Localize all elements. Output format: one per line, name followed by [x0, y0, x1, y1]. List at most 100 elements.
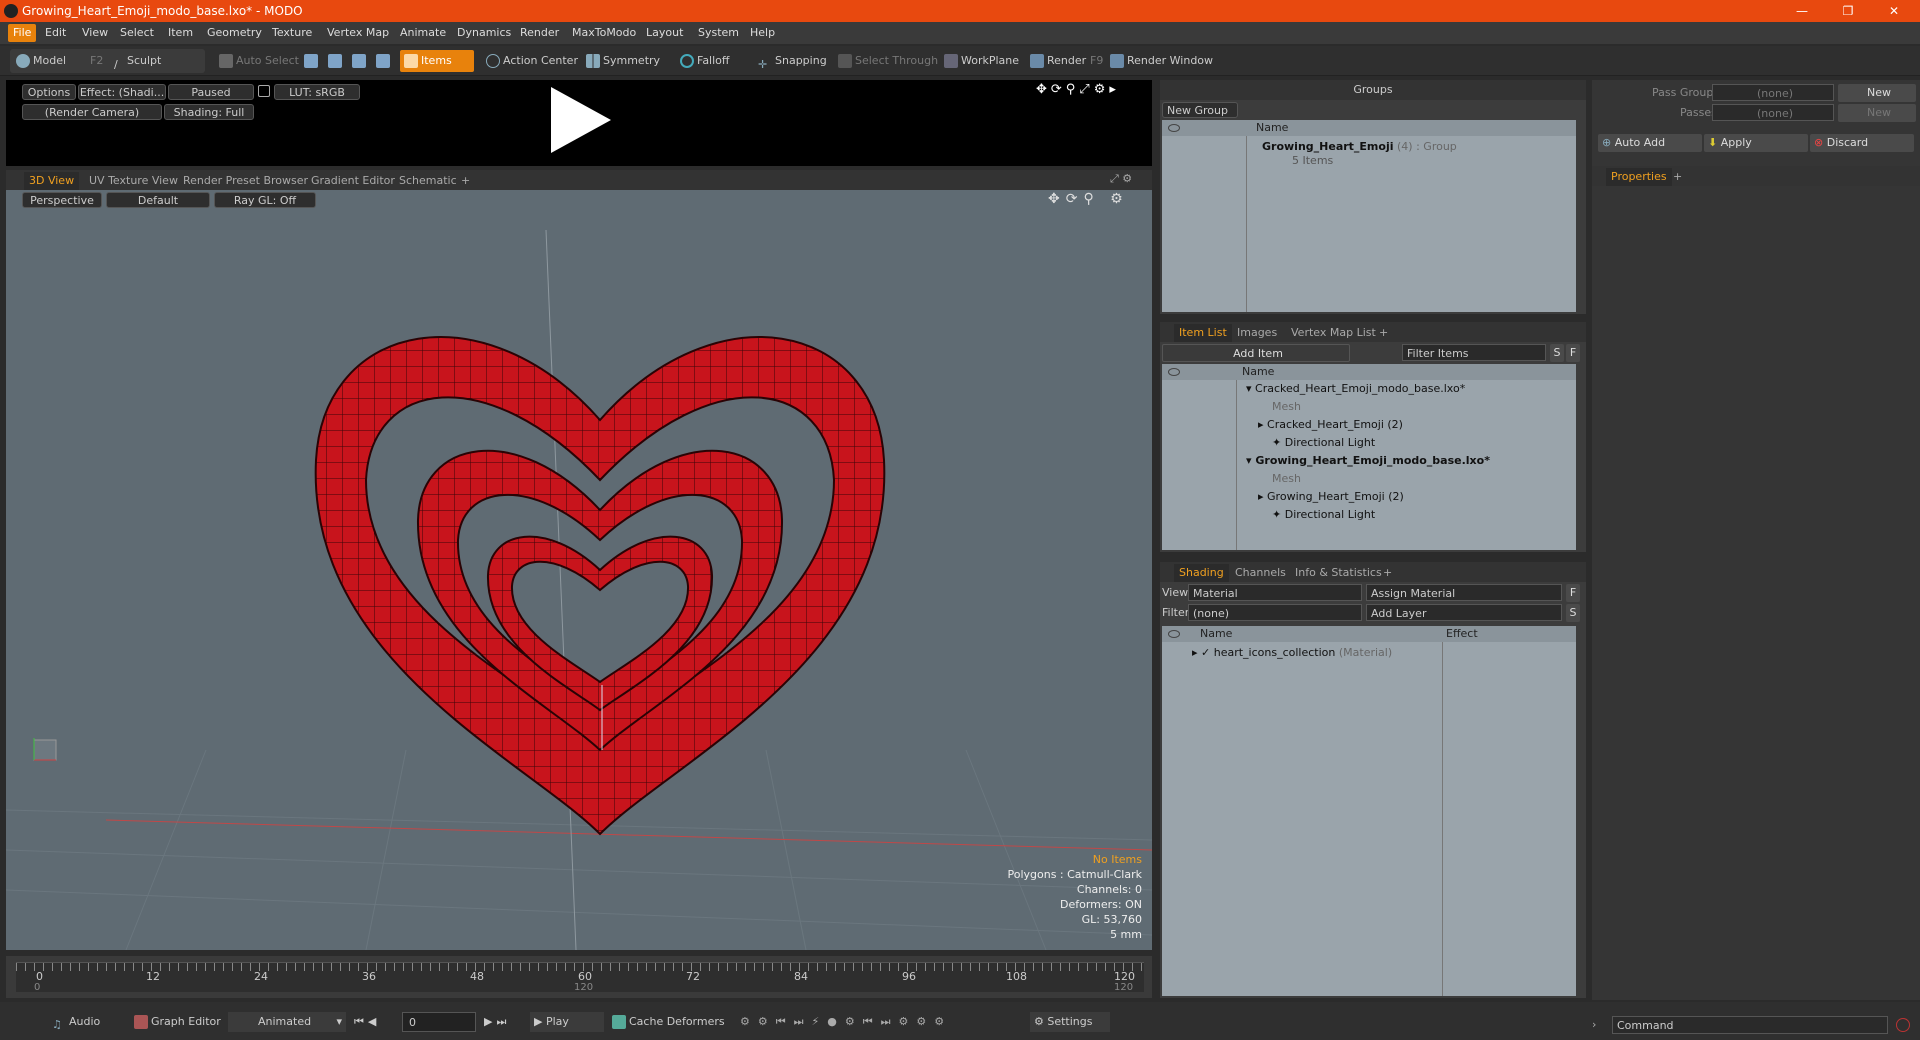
list-item[interactable]: Mesh	[1272, 398, 1301, 416]
audio-button[interactable]: ♫ Audio	[52, 1012, 100, 1032]
restore-button[interactable]: ❐	[1828, 0, 1868, 22]
shading-f-button[interactable]: F	[1566, 584, 1580, 602]
add-layer-dropdown[interactable]: Add Layer	[1366, 604, 1562, 621]
edges-mode-button[interactable]	[328, 50, 345, 72]
lock-icon[interactable]	[258, 85, 270, 97]
tab-item-list[interactable]: Item List	[1174, 324, 1232, 342]
3d-viewport[interactable]: Perspective Default Ray GL: Off ✥⟳⚲ ⚙ No…	[6, 190, 1152, 950]
tab-properties[interactable]: Properties	[1606, 168, 1672, 186]
items-mode-button[interactable]: Items	[400, 50, 474, 72]
menu-texture[interactable]: Texture	[267, 24, 317, 42]
list-item[interactable]: Mesh	[1272, 470, 1301, 488]
pass-groups-dropdown[interactable]: (none)	[1712, 84, 1834, 101]
shader-row[interactable]: ▸ ✓ heart_icons_collection (Material)	[1192, 644, 1392, 662]
new-group-button[interactable]: New Group	[1162, 102, 1238, 118]
add-item-dropdown[interactable]: Add Item	[1162, 344, 1350, 362]
effect-dropdown[interactable]: Effect: (Shadi...	[78, 84, 166, 100]
shading-dropdown[interactable]: Shading: Full	[164, 104, 254, 120]
paused-button[interactable]: Paused	[168, 84, 254, 100]
eye-icon[interactable]	[1168, 124, 1180, 132]
sculpt-button[interactable]: ∕ Sculpt	[110, 50, 161, 72]
key-tools-icons[interactable]: ⚙⚙⏮⏭⚡●⚙⏮⏭⚙⚙⚙	[740, 1012, 952, 1032]
stop-command-icon[interactable]	[1896, 1018, 1910, 1032]
filter-s-button[interactable]: S	[1550, 344, 1564, 362]
tab-channels[interactable]: Channels	[1230, 564, 1291, 582]
vertices-mode-button[interactable]	[304, 50, 321, 72]
tab-uv-texture-view[interactable]: UV Texture View	[84, 172, 183, 190]
eye-icon[interactable]	[1168, 368, 1180, 376]
settings-button[interactable]: ⚙ Settings	[1030, 1012, 1110, 1032]
select-through-button[interactable]: Select Through	[834, 50, 938, 72]
materials-mode-button[interactable]	[376, 50, 393, 72]
minimize-button[interactable]: —	[1782, 0, 1822, 22]
menu-render[interactable]: Render	[515, 24, 564, 42]
menu-edit[interactable]: Edit	[40, 24, 71, 42]
filter-items-input[interactable]: Filter Items	[1402, 344, 1546, 361]
timeline-ruler[interactable]: 0 12 24 36 48 60 72 84 96 108 120 0 120 …	[16, 962, 1144, 993]
transport-back-buttons[interactable]: ⏮◀	[354, 1012, 380, 1032]
auto-add-button[interactable]: ⊕ Auto Add	[1598, 134, 1702, 152]
graph-editor-button[interactable]: Graph Editor	[134, 1012, 221, 1032]
list-item[interactable]: ▸ Growing_Heart_Emoji (2)	[1258, 488, 1404, 506]
transport-forward-buttons[interactable]: ▶⏭	[484, 1012, 510, 1032]
add-properties-tab[interactable]: +	[1668, 168, 1687, 186]
tab-info-statistics[interactable]: Info & Statistics	[1290, 564, 1387, 582]
cache-deformers-button[interactable]: Cache Deformers	[612, 1012, 725, 1032]
action-center-button[interactable]: Action Center	[482, 50, 578, 72]
filter-dropdown[interactable]: (none)	[1188, 604, 1362, 621]
play-button[interactable]: ▶ Play	[530, 1012, 604, 1032]
list-item[interactable]: ✦ Directional Light	[1272, 434, 1375, 452]
eye-icon[interactable]	[1168, 630, 1180, 638]
falloff-button[interactable]: Falloff	[676, 50, 729, 72]
menu-item[interactable]: Item	[163, 24, 198, 42]
tab-shading[interactable]: Shading	[1174, 564, 1229, 582]
play-preview-icon[interactable]	[546, 85, 616, 155]
model-button[interactable]: Model	[12, 50, 66, 72]
animated-dropdown[interactable]: Animated ▾	[228, 1012, 346, 1032]
preview-nav-icons[interactable]: ✥⟳⚲⤢⚙▸	[1036, 82, 1120, 97]
close-button[interactable]: ✕	[1874, 0, 1914, 22]
list-item[interactable]: ▾ Cracked_Heart_Emoji_modo_base.lxo*	[1246, 380, 1465, 398]
symmetry-button[interactable]: Symmetry	[582, 50, 660, 72]
menu-animate[interactable]: Animate	[395, 24, 451, 42]
shading-s-button[interactable]: S	[1566, 604, 1580, 622]
command-input[interactable]: Command	[1612, 1016, 1888, 1034]
snapping-button[interactable]: ✛ Snapping	[754, 50, 827, 72]
tab-vertex-map-list[interactable]: Vertex Map List	[1286, 324, 1381, 342]
list-item[interactable]: ✦ Directional Light	[1272, 506, 1375, 524]
auto-select-button[interactable]: Auto Select	[215, 50, 299, 72]
list-item[interactable]: ▸ Cracked_Heart_Emoji (2)	[1258, 416, 1403, 434]
menu-view[interactable]: View	[77, 24, 113, 42]
menu-vertex-map[interactable]: Vertex Map	[322, 24, 394, 42]
menu-maxtomodo[interactable]: MaxToModo	[567, 24, 641, 42]
render-window-button[interactable]: Render Window	[1106, 50, 1213, 72]
options-button[interactable]: Options	[22, 84, 76, 100]
polygons-mode-button[interactable]	[352, 50, 369, 72]
menu-select[interactable]: Select	[115, 24, 159, 42]
workplane-button[interactable]: WorkPlane	[940, 50, 1019, 72]
list-item[interactable]: ▾ Growing_Heart_Emoji_modo_base.lxo*	[1246, 452, 1490, 470]
menu-dynamics[interactable]: Dynamics	[452, 24, 516, 42]
render-button[interactable]: Render	[1026, 50, 1086, 72]
view-dropdown[interactable]: Material	[1188, 584, 1362, 601]
frame-field[interactable]: 0	[402, 1012, 476, 1032]
tab-images[interactable]: Images	[1232, 324, 1282, 342]
new-pass-button[interactable]: New	[1838, 104, 1916, 122]
menu-layout[interactable]: Layout	[641, 24, 688, 42]
add-shading-tab[interactable]: +	[1378, 564, 1397, 582]
menu-file[interactable]: File	[8, 24, 37, 42]
tab-gradient-editor[interactable]: Gradient Editor	[306, 172, 400, 190]
lut-dropdown[interactable]: LUT: sRGB	[274, 84, 360, 100]
render-camera-dropdown[interactable]: (Render Camera)	[22, 104, 162, 120]
apply-button[interactable]: ⬇ Apply	[1704, 134, 1808, 152]
tab-render-preset-browser[interactable]: Render Preset Browser	[178, 172, 313, 190]
assign-material-dropdown[interactable]: Assign Material	[1366, 584, 1562, 601]
expand-icon[interactable]: ⤢ ⚙	[1110, 172, 1132, 186]
menu-system[interactable]: System	[693, 24, 744, 42]
discard-button[interactable]: ⊗ Discard	[1810, 134, 1914, 152]
tab-3d-view[interactable]: 3D View	[24, 172, 80, 190]
filter-f-button[interactable]: F	[1566, 344, 1580, 362]
menu-help[interactable]: Help	[745, 24, 780, 42]
passes-dropdown[interactable]: (none)	[1712, 104, 1834, 121]
timeline[interactable]: 0 12 24 36 48 60 72 84 96 108 120 0 120 …	[6, 956, 1152, 998]
